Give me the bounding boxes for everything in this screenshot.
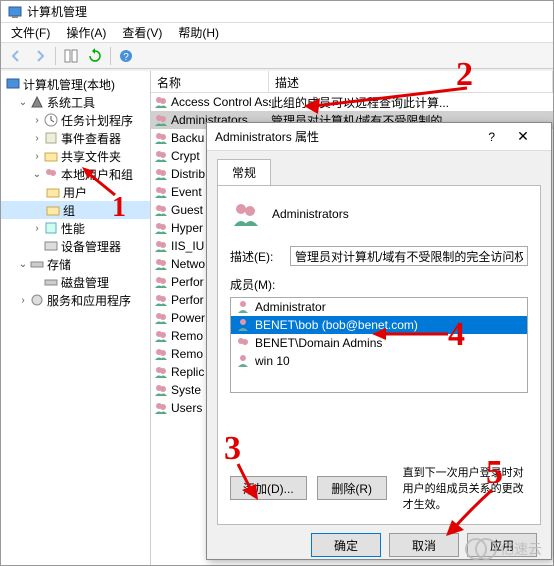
window-title: 计算机管理	[27, 3, 87, 20]
svg-text:?: ?	[123, 52, 129, 63]
tree-device-manager[interactable]: 设备管理器	[1, 237, 150, 255]
tree-services-apps[interactable]: ›服务和应用程序	[1, 291, 150, 309]
collapse-icon[interactable]: ⌄	[17, 259, 29, 270]
group-icon	[153, 346, 169, 362]
expand-icon[interactable]: ›	[31, 151, 43, 162]
collapse-icon[interactable]: ⌄	[31, 169, 43, 180]
members-listbox[interactable]: Administrator BENET\bob (bob@benet.com) BE…	[230, 297, 528, 393]
expand-icon[interactable]: ›	[17, 295, 29, 306]
member-label: BENET\Domain Admins	[255, 336, 382, 350]
description-input[interactable]	[290, 246, 528, 266]
divider	[110, 47, 111, 65]
expand-icon[interactable]: ›	[31, 133, 43, 144]
member-item[interactable]: win 10	[231, 352, 527, 370]
group-icon	[153, 130, 169, 146]
group-icon	[153, 238, 169, 254]
add-button[interactable]: 添加(D)...	[230, 476, 307, 500]
tab-general[interactable]: 常规	[217, 159, 271, 185]
toolbar-button[interactable]	[60, 45, 82, 67]
group-icon	[153, 364, 169, 380]
tree-performance[interactable]: ›性能	[1, 219, 150, 237]
ok-button[interactable]: 确定	[311, 533, 381, 557]
app-icon	[7, 4, 23, 20]
member-item[interactable]: Administrator	[231, 298, 527, 316]
member-label: Administrator	[255, 300, 326, 314]
remove-button[interactable]: 删除(R)	[317, 476, 387, 500]
footer-note: 直到下一次用户登录时对用户的组成员关系的更改才生效。	[397, 464, 528, 512]
collapse-icon[interactable]: ⌄	[17, 97, 29, 108]
members-label: 成员(M):	[230, 276, 528, 293]
member-label: win 10	[255, 354, 290, 368]
toolbar: ?	[1, 43, 553, 69]
tree-local-users[interactable]: ⌄本地用户和组	[1, 165, 150, 183]
group-icon	[153, 400, 169, 416]
watermark: 亿速云	[464, 536, 550, 562]
menubar: 文件(F) 操作(A) 查看(V) 帮助(H)	[1, 23, 553, 43]
tab-body: Administrators 描述(E): 成员(M): Administrat…	[217, 185, 541, 525]
tree-shared-folders[interactable]: ›共享文件夹	[1, 147, 150, 165]
close-button[interactable]: ✕	[503, 123, 543, 151]
menu-view[interactable]: 查看(V)	[116, 22, 168, 43]
member-item[interactable]: BENET\Domain Admins	[231, 334, 527, 352]
titlebar: 计算机管理	[1, 1, 553, 23]
tree-panel: 计算机管理(本地) ⌄系统工具 ›任务计划程序 ›事件查看器 ›共享文件夹 ⌄本…	[1, 71, 151, 565]
tree-event-viewer[interactable]: ›事件查看器	[1, 129, 150, 147]
properties-dialog: Administrators 属性 ? ✕ 常规 Administrators …	[206, 122, 552, 560]
tree-groups[interactable]: 组	[1, 201, 150, 219]
tree-system-tools[interactable]: ⌄系统工具	[1, 93, 150, 111]
list-row[interactable]: Access Control Assi...此组的成员可以远程查询此计算...	[151, 93, 553, 111]
menu-action[interactable]: 操作(A)	[60, 22, 112, 43]
user-icon	[235, 353, 251, 369]
svg-text:亿速云: 亿速云	[500, 541, 542, 557]
refresh-button[interactable]	[84, 45, 106, 67]
dialog-title: Administrators 属性	[215, 128, 480, 145]
group-icon	[153, 274, 169, 290]
member-label: BENET\bob (bob@benet.com)	[255, 318, 418, 332]
dialog-titlebar: Administrators 属性 ? ✕	[207, 123, 551, 151]
group-icon	[153, 292, 169, 308]
group-icon	[153, 166, 169, 182]
nav-forward-button[interactable]	[29, 45, 51, 67]
user-icon	[235, 317, 251, 333]
tree-users[interactable]: 用户	[1, 183, 150, 201]
help-button[interactable]: ?	[480, 130, 503, 144]
description-label: 描述(E):	[230, 248, 290, 265]
col-header-name[interactable]: 名称	[151, 71, 269, 92]
expand-icon[interactable]: ›	[31, 223, 43, 234]
member-item[interactable]: BENET\bob (bob@benet.com)	[231, 316, 527, 334]
user-icon	[235, 299, 251, 315]
user-icon	[235, 335, 251, 351]
divider	[55, 47, 56, 65]
group-icon	[153, 310, 169, 326]
tree-storage[interactable]: ⌄存储	[1, 255, 150, 273]
group-name-label: Administrators	[272, 207, 349, 221]
expand-icon[interactable]: ›	[31, 115, 43, 126]
group-icon	[153, 112, 169, 128]
cell-name: Access Control Assi...	[171, 95, 271, 109]
group-icon	[153, 328, 169, 344]
group-icon	[153, 94, 169, 110]
group-icon	[153, 148, 169, 164]
cancel-button[interactable]: 取消	[389, 533, 459, 557]
cell-desc: 此组的成员可以远程查询此计算...	[271, 94, 553, 111]
col-header-desc[interactable]: 描述	[269, 71, 553, 92]
menu-help[interactable]: 帮助(H)	[172, 22, 225, 43]
tree-task-scheduler[interactable]: ›任务计划程序	[1, 111, 150, 129]
tree-root[interactable]: 计算机管理(本地)	[1, 75, 150, 93]
group-icon	[153, 202, 169, 218]
group-icon	[153, 382, 169, 398]
group-icon	[153, 256, 169, 272]
tree-disk-mgmt[interactable]: 磁盘管理	[1, 273, 150, 291]
help-button[interactable]: ?	[115, 45, 137, 67]
menu-file[interactable]: 文件(F)	[5, 22, 56, 43]
list-header: 名称 描述	[151, 71, 553, 93]
group-icon	[153, 220, 169, 236]
group-icon	[153, 184, 169, 200]
group-icon	[230, 198, 262, 230]
tabstrip: 常规	[207, 151, 551, 185]
nav-back-button[interactable]	[5, 45, 27, 67]
